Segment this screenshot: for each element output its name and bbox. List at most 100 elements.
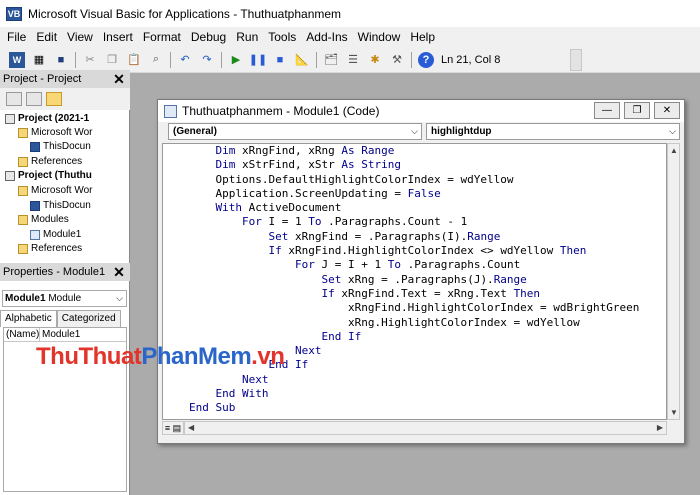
menu-edit[interactable]: Edit	[31, 27, 62, 47]
tree-node[interactable]: Microsoft Wor	[18, 126, 93, 140]
menu-view[interactable]: View	[62, 27, 98, 47]
close-button[interactable]: ✕	[654, 102, 680, 119]
project-icon	[5, 171, 15, 181]
menu-addins[interactable]: Add-Ins	[301, 27, 352, 47]
chevron-down-icon: ⌵	[116, 293, 123, 303]
code-line: End Sub	[189, 401, 236, 415]
menu-bar: File Edit View Insert Format Debug Run Tools Add…	[0, 27, 700, 47]
properties-tabs: Alphabetic Categorized	[0, 310, 130, 327]
menu-help[interactable]: Help	[405, 27, 440, 47]
view-object-icon[interactable]	[26, 92, 42, 106]
code-line: xRng.HighlightColorIndex = wdYellow	[347, 315, 580, 329]
tree-node[interactable]: ThisDocun	[30, 140, 91, 154]
project-explorer-icon[interactable]: 🗂	[323, 52, 339, 68]
tree-node-label: References	[31, 243, 83, 254]
toolbar-separator	[170, 51, 171, 68]
tree-node[interactable]: Microsoft Wor	[18, 184, 93, 198]
tree-node[interactable]: ThisDocun	[30, 199, 91, 213]
scroll-down-icon[interactable]: ▼	[670, 408, 678, 417]
toggle-folders-icon[interactable]	[46, 92, 62, 106]
properties-pane: Properties - Module1 ✕ Module1 Module ⌵ …	[0, 263, 130, 495]
close-icon[interactable]: ✕	[112, 71, 126, 87]
save-icon[interactable]: ■	[53, 52, 69, 68]
break-icon[interactable]: ❚❚	[249, 52, 267, 68]
scroll-right-icon[interactable]: ▶	[657, 423, 663, 432]
insert-module-icon[interactable]: ▦	[31, 52, 47, 68]
tree-node[interactable]: References	[18, 242, 82, 256]
property-name: (Name)	[6, 328, 40, 341]
chevron-down-icon: ⌵	[669, 126, 676, 136]
minimize-button[interactable]: —	[594, 102, 620, 119]
code-line: For I = 1 To .Paragraphs.Count - 1	[241, 215, 468, 229]
properties-object-select[interactable]: Module1 Module ⌵	[2, 290, 127, 307]
menu-run[interactable]: Run	[231, 27, 263, 47]
code-line: Application.ScreenUpdating = False	[215, 186, 441, 200]
procedure-combo[interactable]: highlightdup ⌵	[426, 123, 680, 140]
folder-icon	[18, 215, 28, 225]
code-editor[interactable]: Dim xRngFind, xRng As Range Dim xStrFind…	[162, 143, 667, 420]
watermark-part3: .vn	[251, 343, 285, 370]
menu-format[interactable]: Format	[138, 27, 186, 47]
menu-file[interactable]: File	[2, 27, 31, 47]
view-toggle-buttons[interactable]: ≡ ▤	[162, 421, 184, 435]
view-code-icon[interactable]	[6, 92, 22, 106]
code-lines: Dim xRngFind, xRng As Range Dim xStrFind…	[189, 144, 666, 416]
tab-categorized[interactable]: Categorized	[56, 310, 121, 327]
redo-icon[interactable]: ↷	[199, 52, 215, 68]
toolbar-overflow-handle[interactable]	[570, 49, 582, 71]
run-icon[interactable]: ▶	[228, 52, 244, 68]
project-explorer-pane: Project - Project ✕ Project (2021-1 Micro…	[0, 70, 130, 263]
restore-button[interactable]: ❐	[624, 102, 650, 119]
word-doc-icon	[30, 201, 40, 211]
vba-app-icon: VB	[6, 6, 22, 21]
toolbar-separator	[411, 51, 412, 68]
reset-icon[interactable]: ■	[272, 52, 288, 68]
tree-node-label: References	[31, 156, 83, 167]
vertical-scrollbar[interactable]: ▲ ▼	[667, 143, 680, 420]
project-pane-toolbar	[0, 88, 130, 110]
tree-node[interactable]: Project (Thuthu	[5, 169, 92, 183]
toolbox-icon[interactable]: ⚒	[389, 52, 405, 68]
tree-node[interactable]: Module1	[30, 228, 81, 242]
property-value[interactable]: Module1	[40, 328, 80, 341]
undo-icon[interactable]: ↶	[177, 52, 193, 68]
scroll-up-icon[interactable]: ▲	[670, 146, 678, 155]
module-icon	[164, 104, 177, 118]
paste-icon[interactable]: 📋	[126, 52, 142, 68]
design-mode-icon[interactable]: 📐	[294, 52, 310, 68]
close-icon[interactable]: ✕	[112, 264, 126, 280]
find-icon[interactable]: ⌕	[148, 52, 164, 68]
tree-node[interactable]: References	[18, 155, 82, 169]
property-row[interactable]: (Name) Module1	[4, 328, 126, 342]
tree-node-label: Module1	[43, 229, 82, 240]
menu-window[interactable]: Window	[353, 27, 406, 47]
cut-icon[interactable]: ✂	[82, 52, 98, 68]
menu-debug[interactable]: Debug	[186, 27, 231, 47]
horizontal-scrollbar[interactable]: ◀ ▶	[184, 421, 667, 435]
toolbar-separator	[316, 51, 317, 68]
tree-node[interactable]: Modules	[18, 213, 69, 227]
copy-icon[interactable]: ❐	[104, 52, 120, 68]
properties-pane-title-text: Properties - Module1	[3, 266, 106, 278]
properties-icon[interactable]: ☰	[345, 52, 361, 68]
scroll-left-icon[interactable]: ◀	[188, 423, 194, 432]
window-title: Microsoft Visual Basic for Applications …	[28, 6, 342, 21]
code-line: End If	[321, 329, 362, 343]
code-line: End With	[215, 387, 269, 401]
code-line: Next	[241, 372, 269, 386]
menu-tools[interactable]: Tools	[263, 27, 301, 47]
object-browser-icon[interactable]: ✱	[367, 52, 383, 68]
code-line: With ActiveDocument	[215, 201, 342, 215]
tree-node-label: Modules	[31, 214, 69, 225]
code-line: Set xRng = .Paragraphs(J).Range	[321, 272, 527, 286]
tab-alphabetic[interactable]: Alphabetic	[0, 310, 57, 327]
word-icon[interactable]: W	[9, 51, 25, 68]
folder-icon	[18, 244, 28, 254]
help-icon[interactable]: ?	[418, 51, 434, 68]
title-bar: VB Microsoft Visual Basic for Applicatio…	[0, 0, 700, 27]
object-combo[interactable]: (General) ⌵	[168, 123, 422, 140]
properties-pane-title: Properties - Module1 ✕	[0, 263, 130, 281]
tree-node[interactable]: Project (2021-1	[5, 112, 89, 126]
object-combo-value: (General)	[173, 126, 217, 137]
menu-insert[interactable]: Insert	[98, 27, 138, 47]
